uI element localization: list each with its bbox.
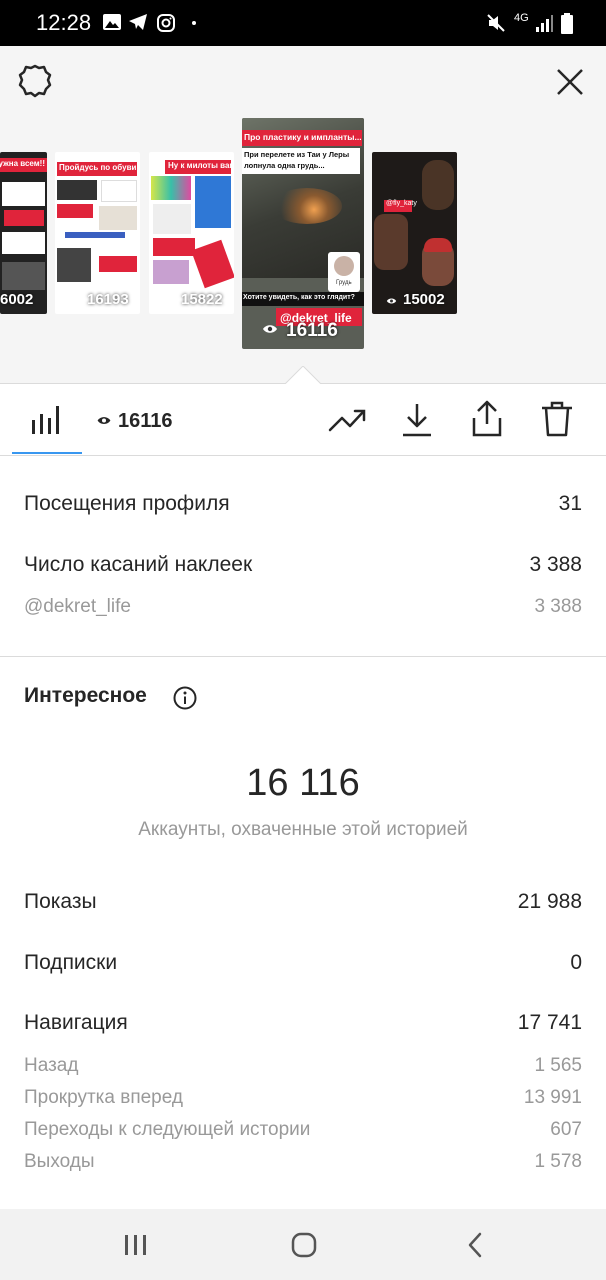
forward-label: Прокрутка вперед	[24, 1087, 183, 1108]
recent-apps-icon[interactable]	[123, 1233, 149, 1257]
story-question: Хотите увидеть, как это глядит?	[243, 294, 355, 301]
share-icon[interactable]	[470, 400, 504, 438]
back-row: Назад 1 565	[24, 1055, 582, 1077]
eye-icon	[263, 325, 277, 333]
sticker-taps-row: Число касаний наклеек 3 388	[24, 553, 582, 577]
story-view-count: 15002	[403, 291, 445, 308]
gallery-icon	[103, 14, 121, 30]
section-divider	[0, 656, 606, 657]
battery-icon	[561, 13, 573, 34]
next-story-value: 607	[550, 1119, 582, 1140]
story-sticker-label: Грудь	[336, 280, 352, 286]
impressions-label: Показы	[24, 890, 97, 913]
status-time: 12:28	[36, 10, 92, 35]
story-thumbnail-selected[interactable]: Про пластику и импланты... При перелете …	[242, 118, 364, 349]
next-story-label: Переходы к следующей истории	[24, 1119, 311, 1140]
home-icon[interactable]	[291, 1232, 317, 1258]
story-caption: Пройдусь по обуви!	[59, 163, 140, 172]
reach-caption: Аккаунты, охваченные этой историей	[138, 819, 468, 840]
navigation-row: Навигация 17 741	[24, 1011, 582, 1035]
story-thumbnail[interactable]: нужна всем!! 6002	[0, 152, 47, 314]
signal-icon	[536, 15, 553, 32]
profile-visits-value: 31	[558, 492, 582, 515]
story-caption: нужна всем!!	[0, 159, 45, 168]
promote-trend-icon[interactable]	[328, 408, 366, 432]
views-count: 16116	[118, 410, 173, 432]
story-caption: Про пластику и импланты...	[244, 132, 362, 142]
follows-row: Подписки 0	[24, 951, 582, 975]
mute-icon	[487, 14, 505, 32]
back-value: 1 565	[534, 1055, 582, 1076]
info-icon[interactable]	[173, 686, 197, 710]
profile-visits-label: Посещения профиля	[24, 492, 230, 515]
navigation-value: 17 741	[517, 1011, 582, 1034]
follows-label: Подписки	[24, 951, 118, 974]
sticker-account-row: @dekret_life 3 388	[24, 596, 582, 618]
story-strip: нужна всем!! 6002 Пройдусь по обуви! 161…	[0, 46, 606, 385]
selected-pointer	[284, 366, 322, 385]
eye-icon	[97, 417, 111, 424]
sticker-taps-value: 3 388	[529, 553, 582, 576]
active-tab-indicator	[12, 452, 82, 454]
sticker-account-value: 3 388	[534, 596, 582, 617]
story-view-count: 6002	[0, 291, 34, 308]
discovery-title: Интересное	[24, 684, 147, 707]
sticker-taps-label: Число касаний наклеек	[24, 553, 253, 576]
sticker-account-label[interactable]: @dekret_life	[24, 596, 131, 618]
settings-icon[interactable]	[16, 62, 54, 100]
story-view-count: 15822	[181, 291, 223, 308]
back-label: Назад	[24, 1055, 79, 1076]
impressions-row: Показы 21 988	[24, 890, 582, 914]
follows-value: 0	[570, 951, 582, 974]
exits-label: Выходы	[24, 1151, 95, 1172]
navigation-label: Навигация	[24, 1011, 128, 1034]
story-thumbnail[interactable]: Ну к милоты вам!!! 15822	[149, 152, 234, 314]
forward-value: 13 991	[523, 1087, 582, 1108]
instagram-icon	[157, 14, 175, 32]
eye-icon	[386, 298, 397, 304]
back-icon[interactable]	[466, 1232, 484, 1258]
next-story-row: Переходы к следующей истории 607	[24, 1119, 582, 1141]
exits-row: Выходы 1 578	[24, 1151, 582, 1173]
story-toolbar: 16116	[0, 384, 606, 456]
story-caption: Ну к милоты вам!!!	[168, 161, 234, 170]
notification-dot	[192, 21, 196, 25]
story-subcaption: При перелете из Таи у Леры лопнула одна …	[244, 150, 350, 170]
close-icon[interactable]	[556, 68, 584, 96]
status-bar: 12:28 4G	[0, 0, 606, 46]
delete-trash-icon[interactable]	[540, 400, 574, 438]
reach-big-number: 16 116	[246, 762, 360, 804]
story-thumbnail[interactable]: Пройдусь по обуви! 16193	[55, 152, 140, 314]
download-icon[interactable]	[400, 402, 434, 438]
profile-visits-row: Посещения профиля 31	[24, 492, 582, 516]
insights-bar-chart-icon[interactable]	[30, 404, 64, 436]
network-type: 4G	[514, 12, 529, 24]
impressions-value: 21 988	[517, 890, 582, 913]
exits-value: 1 578	[534, 1151, 582, 1172]
story-thumbnail[interactable]: @fly_katy 15002	[372, 152, 457, 314]
story-view-count: 16116	[286, 320, 338, 341]
system-navigation-bar	[0, 1209, 606, 1280]
story-view-count: 16193	[87, 291, 129, 308]
story-mention-tag: @fly_katy	[386, 200, 417, 207]
telegram-icon	[129, 14, 147, 30]
forward-row: Прокрутка вперед 13 991	[24, 1087, 582, 1109]
